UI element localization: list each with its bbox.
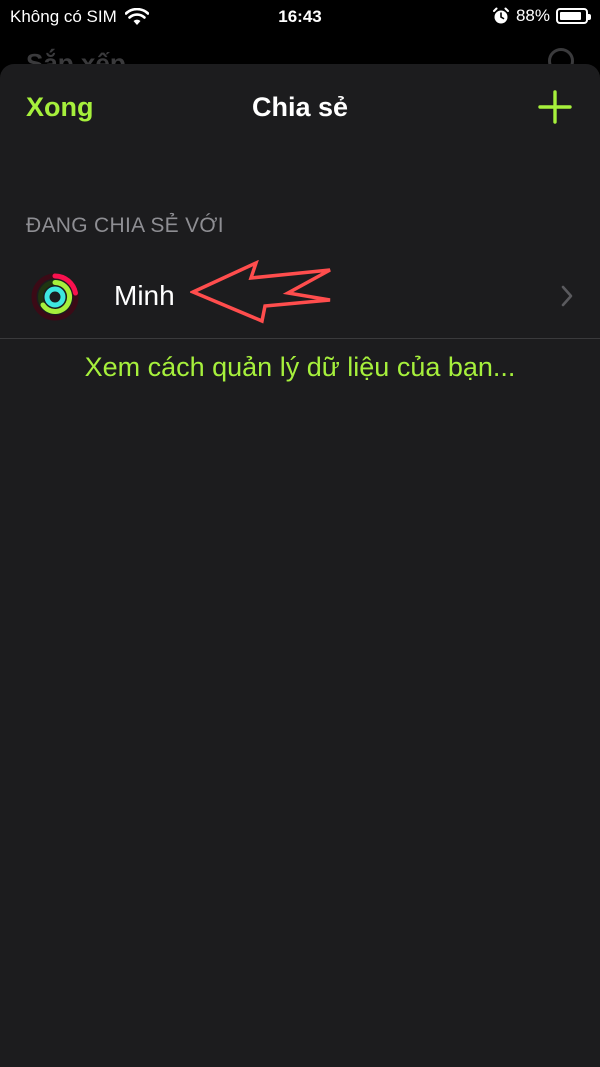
battery-fill	[560, 12, 582, 20]
section-header: ĐANG CHIA SẺ VỚI	[26, 214, 224, 237]
battery-percent: 88%	[515, 6, 550, 25]
status-bar: Không có SIM 16:43 88%	[0, 0, 600, 34]
annotation-arrow-icon	[190, 260, 331, 324]
activity-rings-icon	[31, 273, 79, 321]
sharing-sheet: Xong Chia sẻ ĐANG CHIA SẺ VỚI Minh Xem c…	[0, 64, 600, 1067]
manage-data-link[interactable]: Xem cách quản lý dữ liệu của bạn...	[0, 352, 600, 383]
battery-icon	[556, 8, 591, 24]
status-right-group: 88%	[492, 6, 591, 26]
alarm-icon	[492, 7, 509, 24]
row-divider	[0, 338, 600, 339]
plus-icon[interactable]	[538, 90, 572, 124]
sheet-title: Chia sẻ	[251, 92, 349, 122]
contact-name: Minh	[114, 280, 175, 311]
chevron-right-icon	[561, 285, 573, 307]
